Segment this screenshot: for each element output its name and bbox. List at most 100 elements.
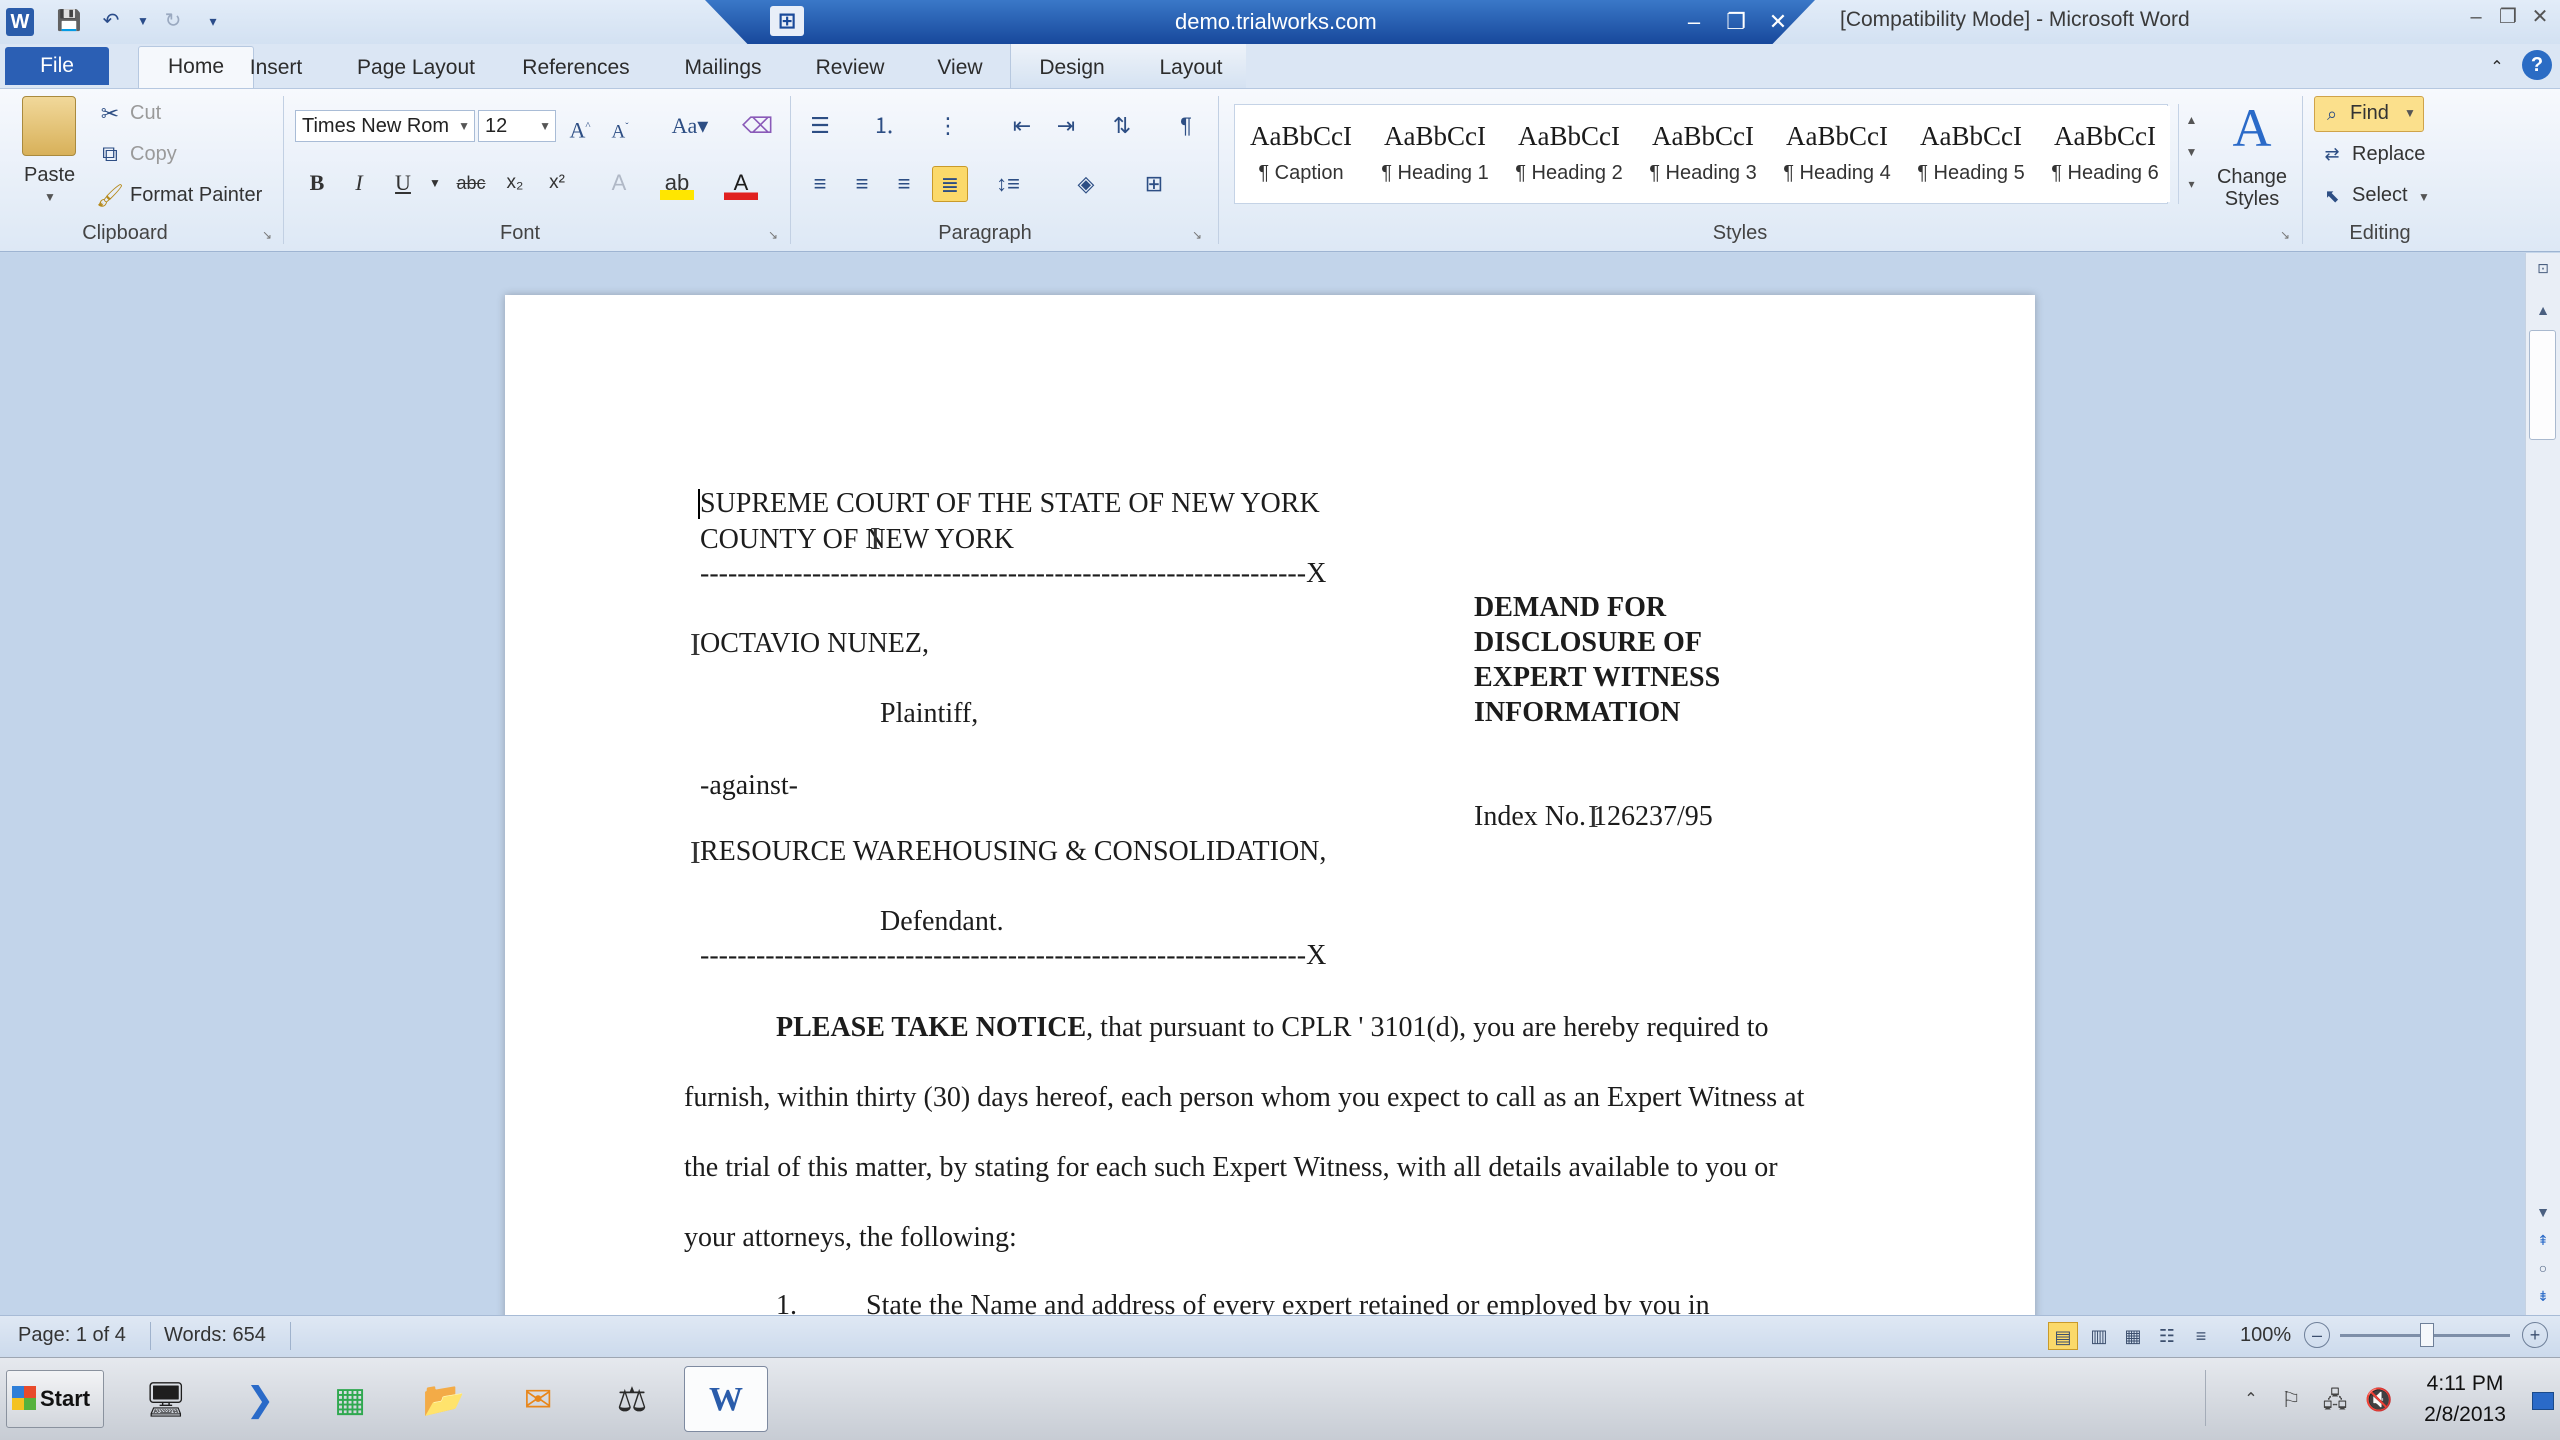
clock-date[interactable]: 2/8/2013 xyxy=(2400,1403,2530,1427)
copy-button[interactable]: Copy xyxy=(130,143,177,166)
network-icon[interactable]: 🖧 xyxy=(2320,1385,2350,1415)
draft-view-icon[interactable]: ≡ xyxy=(2186,1322,2216,1350)
tab-layout[interactable]: Layout xyxy=(1146,50,1236,86)
web-layout-icon[interactable]: ▦ xyxy=(2118,1322,2148,1350)
zoom-slider-thumb[interactable] xyxy=(2420,1323,2434,1347)
replace-button[interactable]: Replace xyxy=(2352,143,2425,166)
scroll-up-icon[interactable]: ▲ xyxy=(2531,298,2555,322)
tab-references[interactable]: References xyxy=(513,50,639,86)
find-dropdown-icon[interactable]: ▼ xyxy=(2404,106,2416,120)
show-hide-marks-icon[interactable]: ¶ xyxy=(1172,112,1200,140)
styles-scroll[interactable]: ▲ ▼ ▾ xyxy=(2178,104,2204,204)
align-center-icon[interactable]: ≡ xyxy=(848,170,876,198)
restore-icon[interactable]: ❐ xyxy=(2490,2,2526,32)
undo-icon[interactable]: ↶ xyxy=(96,6,126,36)
line-spacing-icon[interactable]: ↕≡ xyxy=(994,170,1022,198)
outline-view-icon[interactable]: ☷ xyxy=(2152,1322,2182,1350)
shrink-font-icon[interactable]: Aˇ xyxy=(606,114,634,142)
full-screen-reading-icon[interactable]: ▥ xyxy=(2084,1322,2114,1350)
style-heading-3[interactable]: AaBbCcI ¶ Heading 3 xyxy=(1638,106,1768,202)
italic-icon[interactable]: I xyxy=(342,166,376,200)
decrease-indent-icon[interactable]: ⇤ xyxy=(1008,112,1036,140)
remote-minimize-icon[interactable]: – xyxy=(1676,4,1712,40)
scroll-thumb[interactable] xyxy=(2529,330,2556,440)
show-desktop-icon[interactable] xyxy=(2532,1392,2554,1410)
save-icon[interactable]: 💾 xyxy=(54,6,84,36)
style-heading-1[interactable]: AaBbCcI ¶ Heading 1 xyxy=(1370,106,1500,202)
remote-restore-icon[interactable]: ❐ xyxy=(1718,4,1754,40)
word-count[interactable]: Words: 654 xyxy=(164,1324,266,1347)
tab-page-layout[interactable]: Page Layout xyxy=(346,50,486,86)
volume-icon[interactable]: 🔇 xyxy=(2364,1385,2394,1415)
text-effects-icon[interactable]: A xyxy=(602,166,636,200)
paste-button[interactable]: Paste xyxy=(24,164,75,187)
help-icon[interactable]: ? xyxy=(2522,50,2552,80)
clipboard-icon[interactable] xyxy=(22,96,76,156)
spreadsheet-app-icon[interactable]: ▦ xyxy=(308,1366,392,1432)
increase-indent-icon[interactable]: ⇥ xyxy=(1052,112,1080,140)
outlook-icon[interactable]: ✉ xyxy=(496,1366,580,1432)
powershell-icon[interactable]: ❯ xyxy=(218,1366,302,1432)
word-app-icon[interactable]: W xyxy=(6,8,34,36)
browse-object-icon[interactable]: ○ xyxy=(2531,1256,2555,1280)
numbering-icon[interactable]: ⒈ xyxy=(870,112,898,140)
superscript-icon[interactable]: x² xyxy=(540,166,574,200)
strikethrough-icon[interactable]: abc xyxy=(454,166,488,200)
clipboard-launcher-icon[interactable]: ↘ xyxy=(262,228,272,242)
next-page-icon[interactable]: ⇟ xyxy=(2531,1284,2555,1308)
undo-dropdown-icon[interactable]: ▼ xyxy=(128,6,158,36)
change-case-icon[interactable]: Aa▾ xyxy=(668,112,712,140)
underline-dropdown-icon[interactable]: ▼ xyxy=(418,166,452,200)
highlight-icon[interactable]: ab xyxy=(660,166,694,200)
redo-icon[interactable]: ↻ xyxy=(158,6,188,36)
grow-font-icon[interactable]: A^ xyxy=(566,112,594,142)
file-manager-icon[interactable]: 📂 xyxy=(402,1366,486,1432)
zoom-level[interactable]: 100% xyxy=(2240,1324,2291,1347)
shading-icon[interactable]: ◈ xyxy=(1072,170,1100,198)
align-right-icon[interactable]: ≡ xyxy=(890,170,918,198)
style-heading-2[interactable]: AaBbCcI ¶ Heading 2 xyxy=(1504,106,1634,202)
tab-insert[interactable]: Insert xyxy=(236,50,316,86)
minimize-ribbon-icon[interactable]: ⌃ xyxy=(2482,50,2512,86)
select-button[interactable]: Select xyxy=(2352,184,2408,207)
font-color-icon[interactable]: A xyxy=(724,166,758,200)
styles-launcher-icon[interactable]: ↘ xyxy=(2280,228,2290,242)
previous-page-icon[interactable]: ⇞ xyxy=(2531,1228,2555,1252)
zoom-out-icon[interactable]: – xyxy=(2304,1322,2330,1348)
font-launcher-icon[interactable]: ↘ xyxy=(768,228,778,242)
minimize-icon[interactable]: – xyxy=(2458,2,2494,32)
bullets-icon[interactable]: ☰ xyxy=(806,112,834,140)
change-styles-button[interactable]: Change Styles xyxy=(2212,166,2292,210)
style-heading-5[interactable]: AaBbCcI ¶ Heading 5 xyxy=(1906,106,2036,202)
show-hidden-icons-icon[interactable]: ⌃ xyxy=(2236,1385,2266,1415)
tab-mailings[interactable]: Mailings xyxy=(671,50,775,86)
bold-icon[interactable]: B xyxy=(300,166,334,200)
remote-close-icon[interactable]: ✕ xyxy=(1760,4,1796,40)
trialworks-icon[interactable]: ⚖ xyxy=(590,1366,674,1432)
clock-time[interactable]: 4:11 PM xyxy=(2400,1372,2530,1396)
tab-file[interactable]: File xyxy=(5,47,109,85)
paste-dropdown-icon[interactable]: ▼ xyxy=(44,190,56,204)
paragraph-launcher-icon[interactable]: ↘ xyxy=(1192,228,1202,242)
action-center-flag-icon[interactable]: ⚐ xyxy=(2276,1385,2306,1415)
justify-icon[interactable]: ≣ xyxy=(932,166,968,202)
tab-view[interactable]: View xyxy=(920,50,1000,86)
cut-button[interactable]: Cut xyxy=(130,102,161,125)
sort-icon[interactable]: ⇅ xyxy=(1108,112,1136,140)
align-left-icon[interactable]: ≡ xyxy=(806,170,834,198)
format-painter-button[interactable]: Format Painter xyxy=(130,184,262,207)
page-count[interactable]: Page: 1 of 4 xyxy=(18,1324,126,1347)
style-heading-6[interactable]: AaBbCcI ¶ Heading 6 xyxy=(2040,106,2170,202)
underline-icon[interactable]: U xyxy=(386,166,420,200)
tab-design[interactable]: Design xyxy=(1030,50,1114,86)
style-heading-4[interactable]: AaBbCcI ¶ Heading 4 xyxy=(1772,106,1902,202)
zoom-in-icon[interactable]: + xyxy=(2522,1322,2548,1348)
font-name-combo[interactable]: Times New Rom ▼ xyxy=(295,110,475,142)
close-icon[interactable]: ✕ xyxy=(2522,2,2558,32)
font-size-combo[interactable]: 12 ▼ xyxy=(478,110,556,142)
multilevel-list-icon[interactable]: ⋮ xyxy=(934,112,962,140)
print-layout-view-icon[interactable]: ▤ xyxy=(2048,1322,2078,1350)
select-dropdown-icon[interactable]: ▼ xyxy=(2418,190,2430,204)
subscript-icon[interactable]: x₂ xyxy=(498,166,532,200)
customize-qat-icon[interactable]: ▾ xyxy=(198,6,228,36)
